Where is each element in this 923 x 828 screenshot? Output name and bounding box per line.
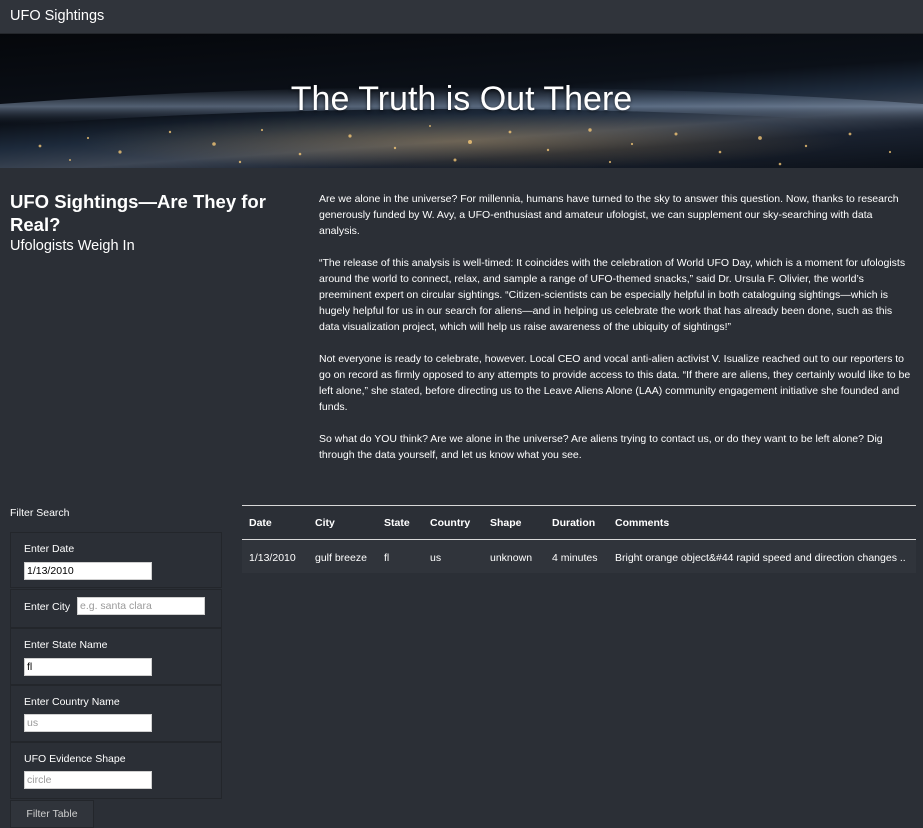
column-header-country: Country [423, 505, 483, 540]
intro-subheading: Ufologists Weigh In [10, 238, 135, 254]
sightings-table-container: Date City State Country Shape Duration C… [242, 505, 916, 573]
state-filter-group: Enter State Name [10, 628, 222, 685]
city-filter-label: Enter City [24, 601, 71, 613]
column-header-comments: Comments [608, 505, 916, 540]
hero-banner: The Truth is Out There [0, 34, 923, 168]
shape-input[interactable] [24, 771, 152, 789]
city-filter-group: Enter City [10, 589, 222, 628]
column-header-city: City [308, 505, 377, 540]
shape-filter-label: UFO Evidence Shape [24, 753, 126, 765]
country-filter-group: Enter Country Name [10, 685, 222, 742]
article-paragraph: Are we alone in the universe? For millen… [319, 193, 899, 237]
country-input[interactable] [24, 714, 152, 732]
cell-comments: Bright orange object&#44 rapid speed and… [608, 539, 916, 573]
article-body: Are we alone in the universe? For millen… [319, 191, 915, 479]
sightings-table: Date City State Country Shape Duration C… [242, 505, 916, 573]
date-filter-group: Enter Date [10, 532, 222, 588]
filter-search-title: Filter Search [10, 507, 70, 519]
cell-duration: 4 minutes [545, 539, 608, 573]
column-header-shape: Shape [483, 505, 545, 540]
article-paragraph: So what do YOU think? Are we alone in th… [319, 433, 883, 461]
cell-date: 1/13/2010 [242, 539, 308, 573]
cell-state: fl [377, 539, 423, 573]
date-input[interactable] [24, 562, 152, 580]
country-filter-label: Enter Country Name [24, 696, 120, 708]
hero-title: The Truth is Out There [290, 80, 633, 118]
state-filter-label: Enter State Name [24, 639, 108, 651]
table-row: 1/13/2010 gulf breeze fl us unknown 4 mi… [242, 539, 916, 573]
column-header-duration: Duration [545, 505, 608, 540]
column-header-date: Date [242, 505, 308, 540]
intro-heading: UFO Sightings—Are They for Real? [10, 191, 266, 235]
shape-filter-group: UFO Evidence Shape [10, 742, 222, 799]
article-paragraph: Not everyone is ready to celebrate, howe… [319, 353, 911, 413]
city-input[interactable] [77, 597, 205, 615]
table-header-row: Date City State Country Shape Duration C… [242, 505, 916, 540]
filter-table-button[interactable]: Filter Table [10, 800, 94, 828]
brand-link[interactable]: UFO Sightings [10, 8, 104, 24]
article-paragraph: “The release of this analysis is well-ti… [319, 257, 906, 333]
state-input[interactable] [24, 658, 152, 676]
column-header-state: State [377, 505, 423, 540]
navbar: UFO Sightings [0, 0, 923, 34]
cell-city: gulf breeze [308, 539, 377, 573]
cell-shape: unknown [483, 539, 545, 573]
date-filter-label: Enter Date [24, 543, 75, 555]
cell-country: us [423, 539, 483, 573]
